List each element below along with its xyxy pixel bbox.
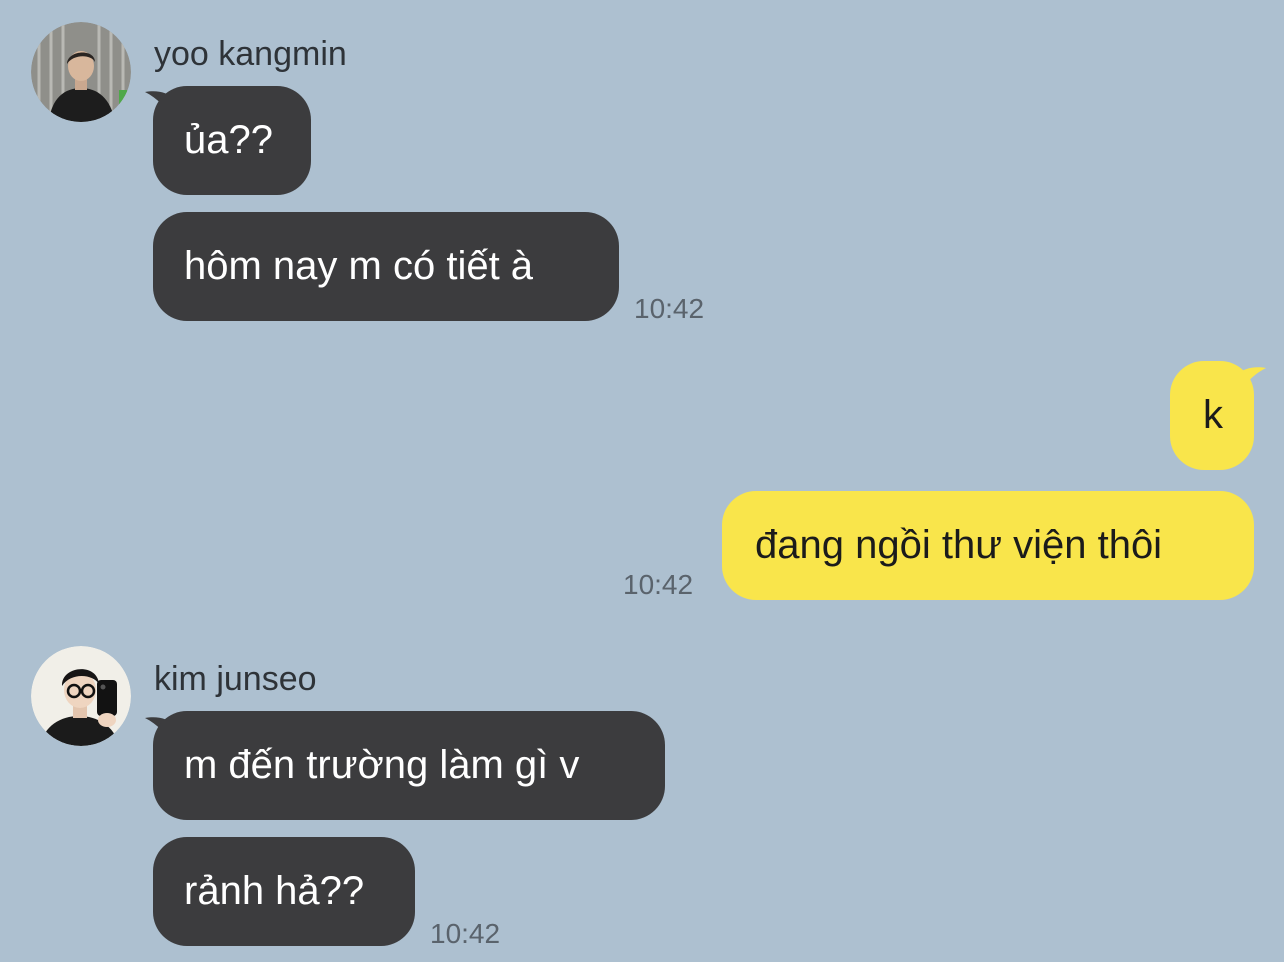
message-bubble[interactable]: đang ngồi thư viện thôi <box>722 491 1254 600</box>
message-bubble[interactable]: k <box>1170 361 1254 470</box>
message-time: 10:42 <box>623 569 694 600</box>
message-bubble[interactable]: rảnh hả?? <box>153 837 415 946</box>
message-time: 10:42 <box>634 293 705 324</box>
message-bubble[interactable]: ủa?? <box>153 86 311 195</box>
message-time: 10:42 <box>430 918 501 949</box>
sender-avatar[interactable] <box>31 22 131 122</box>
sender-name: yoo kangmin <box>154 35 347 73</box>
message-bubble[interactable]: hôm nay m có tiết à <box>153 212 619 321</box>
profile-photo-icon <box>31 646 131 746</box>
sender-avatar[interactable] <box>31 646 131 746</box>
sender-name: kim junseo <box>154 660 317 698</box>
profile-photo-icon <box>31 22 131 122</box>
message-bubble[interactable]: m đến trường làm gì v <box>153 711 665 820</box>
